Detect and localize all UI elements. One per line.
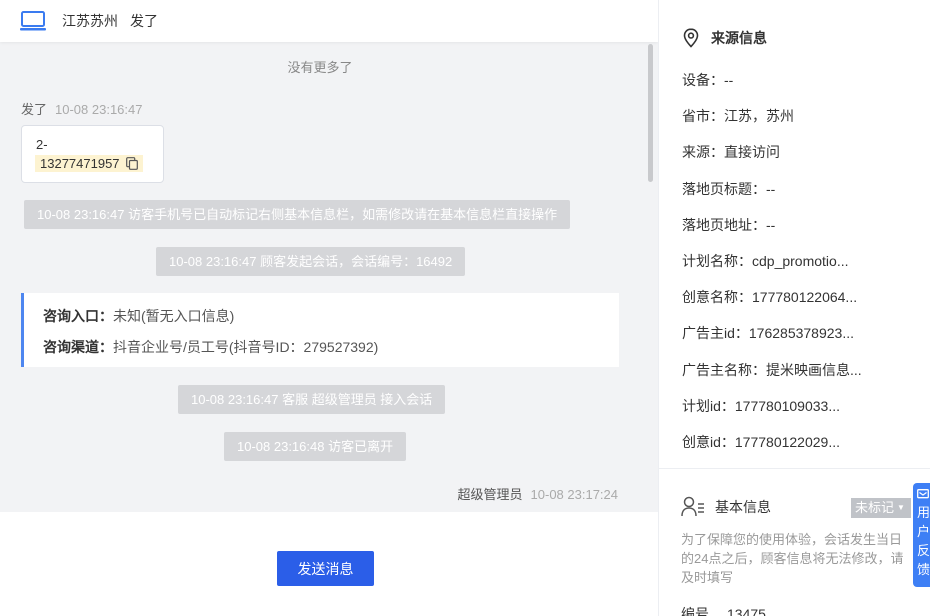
agent-name: 超级管理员	[457, 487, 523, 502]
info-row: 计划id：177780109033...	[682, 397, 840, 414]
feedback-label: 用户反馈	[917, 505, 930, 577]
location-pin-icon	[683, 28, 699, 48]
phone-number: 13277471957	[40, 156, 120, 171]
channel-row: 咨询渠道：抖音企业号/员工号(抖音号ID：279527392)	[43, 337, 600, 357]
tag-select[interactable]: 未标记 ▼	[851, 498, 911, 518]
entry-label: 咨询入口：	[43, 308, 113, 324]
info-row: 创意名称：177780122064...	[682, 289, 858, 306]
system-message: 10-08 23:16:48 访客已离开	[224, 432, 407, 461]
info-row: 来源：直接访问	[682, 144, 780, 161]
system-message: 10-08 23:16:47 顾客发起会话，会话编号：16492	[156, 247, 466, 276]
message-icon	[917, 489, 929, 499]
copy-icon[interactable]	[125, 157, 138, 170]
info-row: 计划名称：cdp_promotio...	[682, 252, 849, 269]
chat-panel: 江苏苏州 发了 没有更多了 发了 10-08 23:16:47 2- 132774…	[0, 0, 658, 616]
tag-select-value: 未标记	[855, 500, 895, 515]
send-message-button[interactable]: 发送消息	[277, 551, 374, 586]
system-message: 10-08 23:16:47 访客手机号已自动标记右侧基本信息栏，如需修改请在基…	[24, 200, 571, 229]
info-row: 广告主名称：提米映画信息...	[682, 361, 862, 378]
source-info-list: 设备：-- 省市：江苏，苏州 来源：直接访问 落地页标题：-- 落地页地址：--…	[682, 70, 922, 468]
number-value: 13475	[727, 606, 766, 616]
chat-scrollbar[interactable]	[646, 42, 654, 512]
system-message: 10-08 23:16:47 客服 超级管理员 接入会话	[178, 385, 446, 414]
visitor-location: 江苏苏州	[62, 13, 118, 29]
info-row: 创意id：177780122029...	[682, 433, 840, 450]
computer-icon	[20, 11, 46, 31]
info-row: 落地页地址：--	[682, 216, 776, 233]
entry-row: 咨询入口：未知(暂无入口信息)	[43, 306, 600, 326]
chat-header: 江苏苏州 发了	[0, 0, 658, 42]
edit-notice: 为了保障您的使用体验，会话发生当日的24点之后，顾客信息将无法修改，请及时填写	[681, 532, 904, 585]
number-field: 编号 13475	[681, 604, 766, 616]
info-row: 落地页标题：--	[682, 180, 776, 197]
phone-highlight: 13277471957	[35, 155, 143, 172]
no-more-hint: 没有更多了	[287, 60, 353, 75]
agent-message-meta: 超级管理员 10-08 23:17:24	[458, 484, 618, 503]
info-row: 设备：--	[682, 72, 734, 88]
visitor-name: 发了	[130, 13, 158, 29]
channel-value: 抖音企业号/员工号(抖音号ID：279527392)	[113, 339, 379, 355]
entry-info-card: 咨询入口：未知(暂无入口信息) 咨询渠道：抖音企业号/员工号(抖音号ID：279…	[21, 293, 619, 367]
entry-value: 未知(暂无入口信息)	[113, 308, 235, 324]
source-info-title: 来源信息	[683, 28, 767, 48]
visitor-info-panel: 来源信息 设备：-- 省市：江苏，苏州 来源：直接访问 落地页标题：-- 落地页…	[658, 0, 930, 616]
visitor-message-meta: 发了 10-08 23:16:47	[21, 99, 142, 118]
user-list-icon	[681, 496, 704, 517]
basic-info-title: 基本信息	[681, 496, 771, 518]
info-row: 省市：江苏，苏州	[682, 108, 794, 125]
caret-down-icon: ▼	[897, 503, 905, 512]
source-title-text: 来源信息	[711, 30, 767, 46]
message-sender: 发了	[21, 102, 48, 117]
basic-info-text: 基本信息	[715, 499, 771, 515]
feedback-tab[interactable]: 用户反馈	[913, 483, 930, 587]
scrollbar-thumb[interactable]	[648, 44, 653, 182]
info-row: 广告主id：176285378923...	[682, 325, 854, 342]
agent-time: 10-08 23:17:24	[530, 487, 618, 502]
section-divider	[659, 468, 930, 469]
channel-label: 咨询渠道：	[43, 339, 113, 355]
message-text: 2-	[36, 137, 48, 152]
number-label: 编号	[681, 606, 709, 616]
message-time: 10-08 23:16:47	[55, 102, 143, 117]
visitor-message-bubble: 2- 13277471957	[21, 125, 164, 183]
